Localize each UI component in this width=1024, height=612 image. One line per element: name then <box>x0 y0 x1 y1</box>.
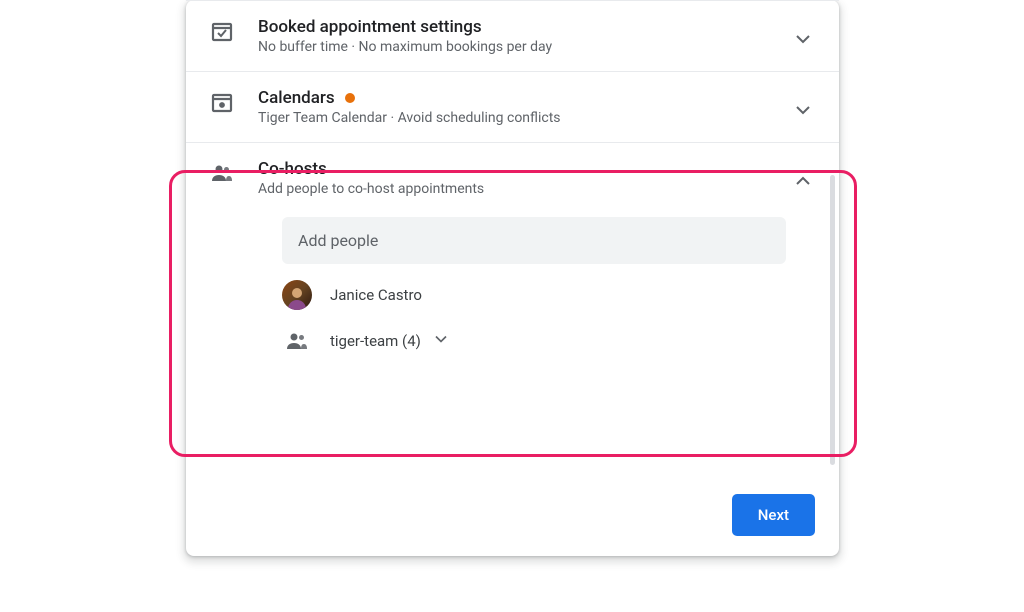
calendars-subtitle: Tiger Team Calendar · Avoid scheduling c… <box>258 110 791 126</box>
chevron-down-icon[interactable] <box>791 27 815 51</box>
avatar <box>282 280 312 310</box>
people-icon <box>210 161 234 185</box>
chevron-down-icon[interactable] <box>431 329 451 353</box>
section-booked-settings[interactable]: Booked appointment settings No buffer ti… <box>186 0 839 71</box>
chevron-down-icon[interactable] <box>791 98 815 122</box>
cohost-group-row[interactable]: tiger-team (4) <box>282 326 815 356</box>
person-name: Janice Castro <box>330 286 422 304</box>
section-calendars[interactable]: Calendars Tiger Team Calendar · Avoid sc… <box>186 71 839 142</box>
calendar-dot-icon <box>210 90 234 114</box>
next-button[interactable]: Next <box>732 494 815 536</box>
cohosts-title: Co-hosts <box>258 159 791 179</box>
chevron-up-icon[interactable] <box>791 169 815 193</box>
add-people-input[interactable] <box>282 217 786 264</box>
cohosts-header[interactable]: Co-hosts Add people to co-host appointme… <box>210 159 815 197</box>
checkbox-calendar-icon <box>210 19 234 43</box>
indicator-dot-icon <box>345 93 355 103</box>
booked-settings-title: Booked appointment settings <box>258 17 791 37</box>
booked-settings-subtitle: No buffer time · No maximum bookings per… <box>258 39 791 55</box>
section-cohosts: Co-hosts Add people to co-host appointme… <box>186 142 839 374</box>
people-icon <box>282 326 312 356</box>
group-name: tiger-team (4) <box>330 332 421 350</box>
calendars-title-text: Calendars <box>258 88 335 108</box>
settings-panel: Booked appointment settings No buffer ti… <box>186 0 839 556</box>
scrollbar[interactable] <box>830 175 835 465</box>
calendars-title: Calendars <box>258 88 791 108</box>
cohosts-subtitle: Add people to co-host appointments <box>258 181 791 197</box>
footer: Next <box>708 474 839 556</box>
cohost-person-row[interactable]: Janice Castro <box>282 280 815 310</box>
